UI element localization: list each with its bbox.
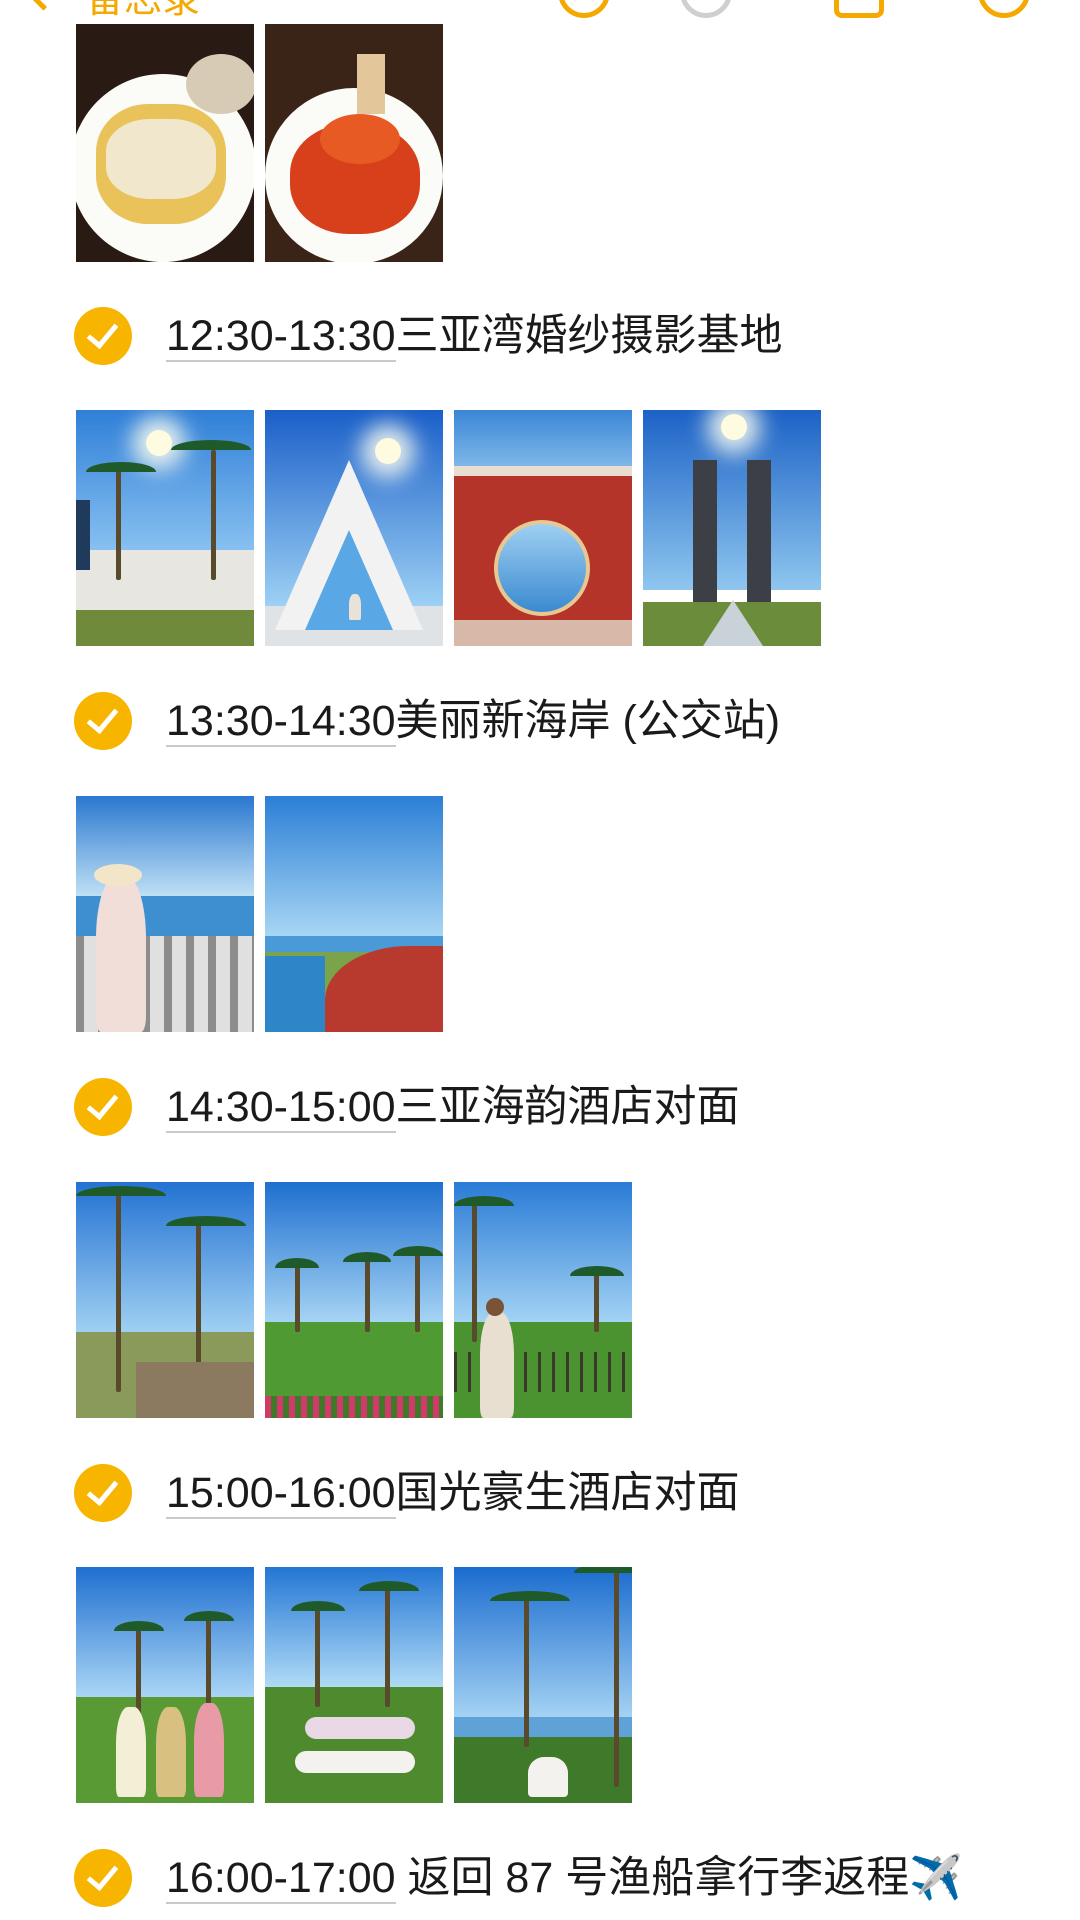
- more-icon[interactable]: [978, 0, 1030, 18]
- photo-three-women-lawn[interactable]: [76, 1567, 254, 1803]
- photo-coastal-red-path[interactable]: [265, 796, 443, 1032]
- checkbox-checked[interactable]: [74, 1849, 132, 1907]
- item-time: 12:30-13:30: [166, 312, 396, 362]
- redo-icon[interactable]: [680, 0, 732, 18]
- item-text[interactable]: 14:30-15:00三亚海韵酒店对面: [166, 1077, 740, 1137]
- photo-crab-dish[interactable]: [265, 24, 443, 262]
- checkbox-checked[interactable]: [74, 692, 132, 750]
- item-place: 国光豪生酒店对面: [395, 1469, 740, 1517]
- photo-woman-sea-railing[interactable]: [76, 796, 254, 1032]
- photo-woman-lawn-palms[interactable]: [454, 1182, 632, 1418]
- photo-palm-walkway[interactable]: [76, 1182, 254, 1418]
- item-place: 返回 87 号渔船拿行李返程: [395, 1854, 910, 1902]
- photo-stone-gate-path[interactable]: [643, 410, 821, 646]
- item-text[interactable]: 12:30-13:30三亚湾婚纱摄影基地: [166, 306, 783, 366]
- item-time: 15:00-16:00: [166, 1469, 396, 1519]
- photo-rice-roll-dish[interactable]: [76, 24, 254, 262]
- item-place: 美丽新海岸 (公交站): [395, 697, 781, 745]
- navigation-bar: 备忘录: [0, 0, 1080, 24]
- checkbox-checked[interactable]: [74, 1464, 132, 1522]
- item-text[interactable]: 16:00-17:00 返回 87 号渔船拿行李返程✈️: [166, 1848, 963, 1908]
- item-text[interactable]: 15:00-16:00国光豪生酒店对面: [166, 1463, 740, 1523]
- photo-red-moon-gate[interactable]: [454, 410, 632, 646]
- item-place: 三亚海韵酒店对面: [395, 1083, 740, 1131]
- item-time: 13:30-14:30: [166, 697, 396, 747]
- item-time: 14:30-15:00: [166, 1083, 396, 1133]
- photo-wedding-lawn-palms[interactable]: [76, 410, 254, 646]
- chevron-left-icon[interactable]: [24, 0, 63, 11]
- checkbox-checked[interactable]: [74, 1078, 132, 1136]
- item-time: 16:00-17:00: [166, 1854, 396, 1904]
- photo-woman-sitting-palms[interactable]: [454, 1567, 632, 1803]
- item-place: 三亚湾婚纱摄影基地: [395, 312, 783, 360]
- airplane-icon: ✈️: [909, 1854, 963, 1902]
- photo-women-lying-lawn[interactable]: [265, 1567, 443, 1803]
- back-button-label[interactable]: 备忘录: [86, 0, 200, 22]
- share-icon[interactable]: [834, 0, 884, 18]
- photo-lawn-palms-flowers[interactable]: [265, 1182, 443, 1418]
- item-text[interactable]: 13:30-14:30美丽新海岸 (公交站): [166, 691, 780, 751]
- photo-white-arch-sea[interactable]: [265, 410, 443, 646]
- undo-icon[interactable]: [558, 0, 610, 18]
- checkbox-checked[interactable]: [74, 307, 132, 365]
